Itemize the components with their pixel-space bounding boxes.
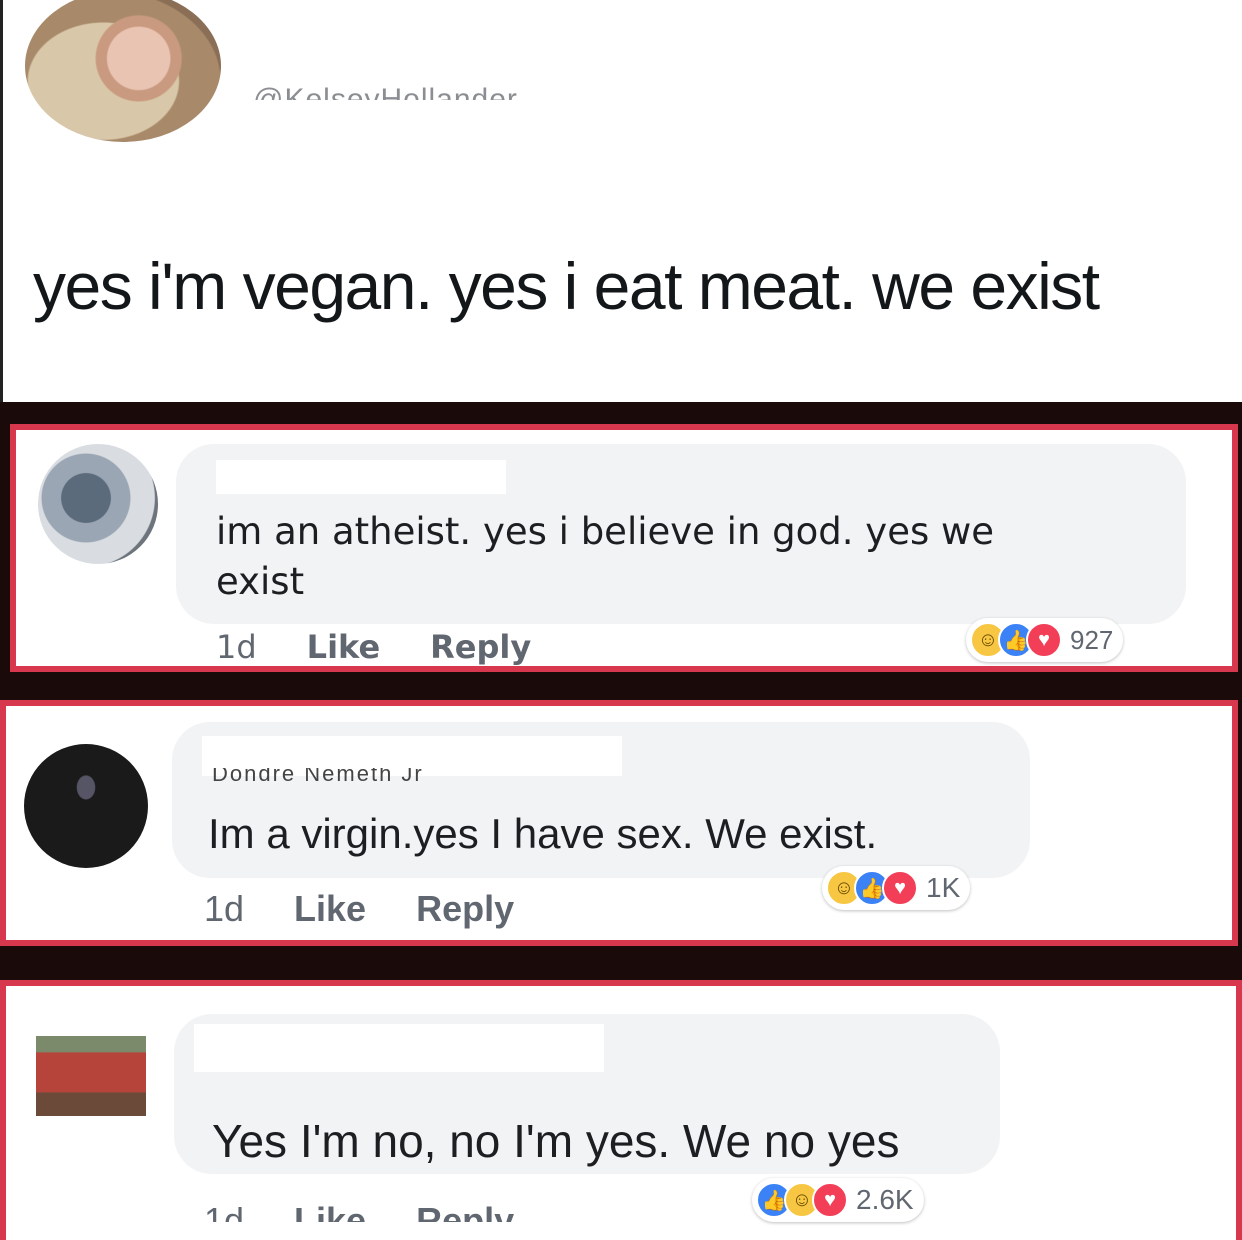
- reaction-summary[interactable]: ☺ 👍 ♥ 927: [966, 618, 1124, 662]
- comment-timestamp[interactable]: 1d: [204, 1200, 244, 1222]
- comment-panel-3: Yes I'm no, no I'm yes. We no yes 1d Lik…: [0, 966, 1242, 1240]
- comment-timestamp[interactable]: 1d: [216, 628, 257, 666]
- comment-text: Im a virgin.yes I have sex. We exist.: [208, 810, 878, 857]
- commenter-avatar[interactable]: [38, 444, 158, 564]
- like-button[interactable]: Like: [294, 1200, 366, 1222]
- reaction-summary[interactable]: ☺ 👍 ♥ 1K: [822, 866, 971, 910]
- heart-icon: ♥: [1026, 622, 1062, 658]
- comment-highlight-frame: im an atheist. yes i believe in god. yes…: [10, 424, 1238, 672]
- comment-actions: 1d Like Reply: [216, 628, 581, 666]
- commenter-name-redacted: [194, 1024, 604, 1072]
- commenter-avatar[interactable]: [36, 1036, 146, 1116]
- reaction-count: 2.6K: [856, 1184, 914, 1215]
- comment-highlight-frame: Yes I'm no, no I'm yes. We no yes 1d Lik…: [0, 980, 1242, 1240]
- tweet-author-avatar[interactable]: [25, 0, 221, 142]
- comment-bubble: im an atheist. yes i believe in god. yes…: [176, 444, 1186, 624]
- reaction-count: 1K: [926, 872, 961, 903]
- like-button[interactable]: Like: [294, 888, 366, 930]
- commenter-avatar[interactable]: [24, 744, 148, 868]
- tweet-text: yes i'm vegan. yes i eat meat. we exist: [33, 249, 1100, 323]
- comment-text-line-1: im an atheist. yes i believe in god. yes…: [216, 510, 995, 553]
- comment-timestamp[interactable]: 1d: [204, 888, 244, 930]
- comment-actions: 1d Like Reply: [204, 888, 564, 930]
- reply-button[interactable]: Reply: [416, 888, 514, 930]
- tweet-card: @KelseyHollander yes i'm vegan. yes i ea…: [0, 0, 1242, 402]
- tweet-author-handle[interactable]: @KelseyHollander: [253, 78, 518, 100]
- comment-actions: 1d Like Reply: [204, 1200, 564, 1222]
- commenter-name-redacted: [216, 460, 506, 494]
- reaction-count: 927: [1070, 624, 1114, 655]
- heart-icon: ♥: [882, 870, 918, 906]
- comment-panel-2: Dondre Nemeth Jr Im a virgin.yes I have …: [0, 684, 1242, 966]
- comment-bubble: Dondre Nemeth Jr Im a virgin.yes I have …: [172, 722, 1030, 878]
- reaction-summary[interactable]: 👍 ☺ ♥ 2.6K: [752, 1178, 924, 1222]
- commenter-name[interactable]: Dondre Nemeth Jr: [212, 768, 424, 782]
- comment-text: Yes I'm no, no I'm yes. We no yes: [212, 1115, 900, 1167]
- comment-panel-1: im an atheist. yes i believe in god. yes…: [0, 402, 1242, 684]
- heart-icon: ♥: [812, 1182, 848, 1218]
- comment-highlight-frame: Dondre Nemeth Jr Im a virgin.yes I have …: [0, 700, 1238, 946]
- comment-bubble: Yes I'm no, no I'm yes. We no yes: [174, 1014, 1000, 1174]
- reply-button[interactable]: Reply: [416, 1200, 514, 1222]
- like-button[interactable]: Like: [307, 628, 380, 666]
- comment-text-line-2: exist: [216, 560, 305, 603]
- reply-button[interactable]: Reply: [430, 628, 531, 666]
